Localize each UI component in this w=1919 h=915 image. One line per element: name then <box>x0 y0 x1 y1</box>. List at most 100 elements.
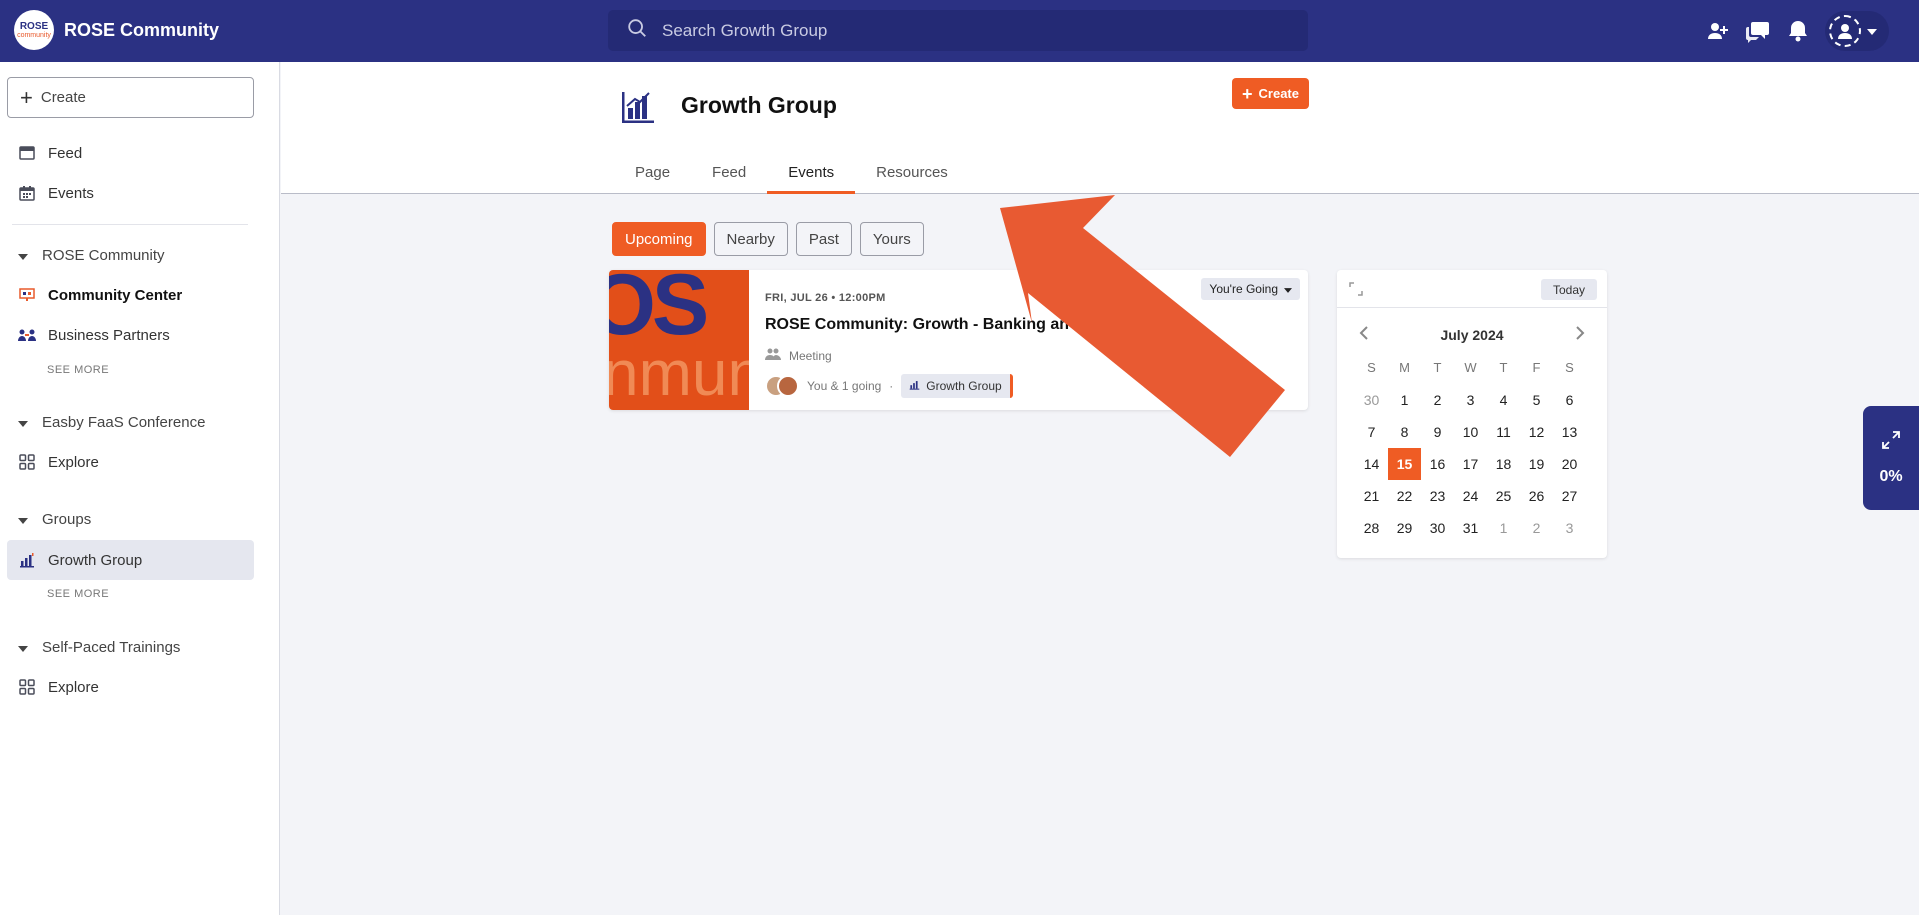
calendar-day[interactable]: 12 <box>1520 416 1553 448</box>
calendar-day[interactable]: 2 <box>1421 384 1454 416</box>
attendance-text: You & 1 going <box>807 379 882 393</box>
grid-icon <box>18 678 36 696</box>
tab-feed[interactable]: Feed <box>691 150 767 194</box>
calendar-day[interactable]: 17 <box>1454 448 1487 480</box>
calendar-day[interactable]: 3 <box>1553 512 1586 544</box>
sidebar-section-self-paced[interactable]: Self-Paced Trainings <box>7 629 254 665</box>
sidebar-item-business-partners[interactable]: Business Partners <box>7 315 254 355</box>
arrow-annotation <box>1000 195 1285 457</box>
bar-chart-icon <box>621 90 655 129</box>
notification-bell-icon[interactable] <box>1785 18 1811 44</box>
sidebar-item-explore[interactable]: Explore <box>7 442 254 482</box>
calendar-day[interactable]: 29 <box>1388 512 1421 544</box>
group-header: Growth Group + Create Page Feed Events R… <box>281 62 1919 194</box>
sidebar-item-explore[interactable]: Explore <box>7 667 254 707</box>
sidebar-item-label: Growth Group <box>48 551 143 569</box>
calendar-day[interactable]: 5 <box>1520 384 1553 416</box>
community-center-icon <box>18 286 36 304</box>
sidebar-item-label: Feed <box>48 144 83 162</box>
event-meta: You & 1 going · Growth Group <box>765 374 1013 398</box>
event-image-text: nmun <box>609 337 749 409</box>
create-button[interactable]: + Create <box>1232 78 1309 109</box>
partners-icon <box>18 326 36 344</box>
today-button[interactable]: Today <box>1540 279 1597 300</box>
calendar-day[interactable]: 27 <box>1553 480 1586 512</box>
calendar-day[interactable]: 2 <box>1520 512 1553 544</box>
sidebar-create-label: Create <box>40 89 86 106</box>
sidebar-create-button[interactable]: + Create <box>7 77 254 118</box>
filter-nearby[interactable]: Nearby <box>713 222 788 256</box>
caret-down-icon <box>18 414 28 431</box>
calendar-grid: S M T W T F S 30 1 2 3 4 5 6 7 8 9 10 11 12 13 14 15 16 17 18 19 20… <box>1355 350 1586 544</box>
event-filters: Upcoming Nearby Past Yours <box>612 222 924 256</box>
top-navbar: ROSE community ROSE Community <box>0 0 1919 62</box>
calendar-day[interactable]: 18 <box>1487 448 1520 480</box>
calendar-day[interactable]: 9 <box>1421 416 1454 448</box>
filter-past[interactable]: Past <box>795 222 852 256</box>
sidebar-section-label: ROSE Community <box>42 246 165 264</box>
calendar-day[interactable]: 10 <box>1454 416 1487 448</box>
calendar-day[interactable]: 14 <box>1355 448 1388 480</box>
tab-resources[interactable]: Resources <box>855 150 969 194</box>
sidebar-section-easby[interactable]: Easby FaaS Conference <box>7 404 254 440</box>
brand[interactable]: ROSE community ROSE Community <box>14 10 219 50</box>
calendar-day[interactable]: 30 <box>1355 384 1388 416</box>
event-image[interactable]: OS nmun <box>609 270 749 410</box>
calendar-day[interactable]: 30 <box>1421 512 1454 544</box>
progress-widget[interactable]: 0% <box>1863 406 1919 510</box>
calendar-day[interactable]: 11 <box>1487 416 1520 448</box>
calendar-day[interactable]: 28 <box>1355 512 1388 544</box>
calendar-day[interactable]: 19 <box>1520 448 1553 480</box>
bar-chart-icon <box>909 379 920 393</box>
caret-down-icon <box>18 247 28 264</box>
sidebar-item-label: Explore <box>48 678 99 696</box>
calendar-day[interactable]: 16 <box>1421 448 1454 480</box>
calendar-day[interactable]: 4 <box>1487 384 1520 416</box>
expand-icon[interactable] <box>1349 282 1363 301</box>
calendar-day[interactable]: 21 <box>1355 480 1388 512</box>
sidebar-item-events[interactable]: Events <box>7 173 254 213</box>
tab-page[interactable]: Page <box>614 150 691 194</box>
calendar-day[interactable]: 24 <box>1454 480 1487 512</box>
weekday-header: W <box>1464 359 1477 375</box>
add-friend-icon[interactable] <box>1705 18 1731 44</box>
caret-down-icon <box>18 511 28 528</box>
sidebar-item-label: Business Partners <box>48 326 170 344</box>
search-bar[interactable] <box>608 10 1308 51</box>
filter-yours[interactable]: Yours <box>859 222 924 256</box>
chat-icon[interactable] <box>1745 18 1771 44</box>
calendar-day[interactable]: 22 <box>1388 480 1421 512</box>
calendar-day[interactable]: 8 <box>1388 416 1421 448</box>
sidebar-item-feed[interactable]: Feed <box>7 133 254 173</box>
page-title: Growth Group <box>681 92 837 118</box>
brand-name: ROSE Community <box>64 19 220 40</box>
brand-logo-bottom: community <box>17 31 51 39</box>
calendar-day[interactable]: 7 <box>1355 416 1388 448</box>
sidebar-item-community-center[interactable]: Community Center <box>7 275 254 315</box>
sidebar-item-growth-group[interactable]: Growth Group <box>7 540 254 580</box>
event-type-label: Meeting <box>789 348 832 363</box>
calendar-day[interactable]: 3 <box>1454 384 1487 416</box>
search-input[interactable] <box>662 20 1262 41</box>
sidebar-section-rose-community[interactable]: ROSE Community <box>7 237 254 273</box>
calendar-day[interactable]: 26 <box>1520 480 1553 512</box>
calendar-day[interactable]: 23 <box>1421 480 1454 512</box>
calendar-day[interactable]: 25 <box>1487 480 1520 512</box>
account-menu[interactable] <box>1825 11 1889 51</box>
calendar-day[interactable]: 31 <box>1454 512 1487 544</box>
calendar-day[interactable]: 20 <box>1553 448 1586 480</box>
calendar-day[interactable]: 13 <box>1553 416 1586 448</box>
tab-events[interactable]: Events <box>767 150 855 194</box>
see-more-link[interactable]: SEE MORE <box>47 588 109 600</box>
attendee-avatars[interactable] <box>765 375 799 397</box>
calendar-day[interactable]: 15 <box>1388 448 1421 480</box>
calendar-day[interactable]: 1 <box>1487 512 1520 544</box>
calendar-day[interactable]: 1 <box>1388 384 1421 416</box>
sidebar-section-groups[interactable]: Groups <box>7 501 254 537</box>
plus-icon: + <box>20 84 33 110</box>
chevron-left-icon[interactable] <box>1359 326 1368 343</box>
see-more-link[interactable]: SEE MORE <box>47 364 109 376</box>
calendar-day[interactable]: 6 <box>1553 384 1586 416</box>
filter-upcoming[interactable]: Upcoming <box>612 222 706 256</box>
chevron-right-icon[interactable] <box>1576 326 1585 343</box>
